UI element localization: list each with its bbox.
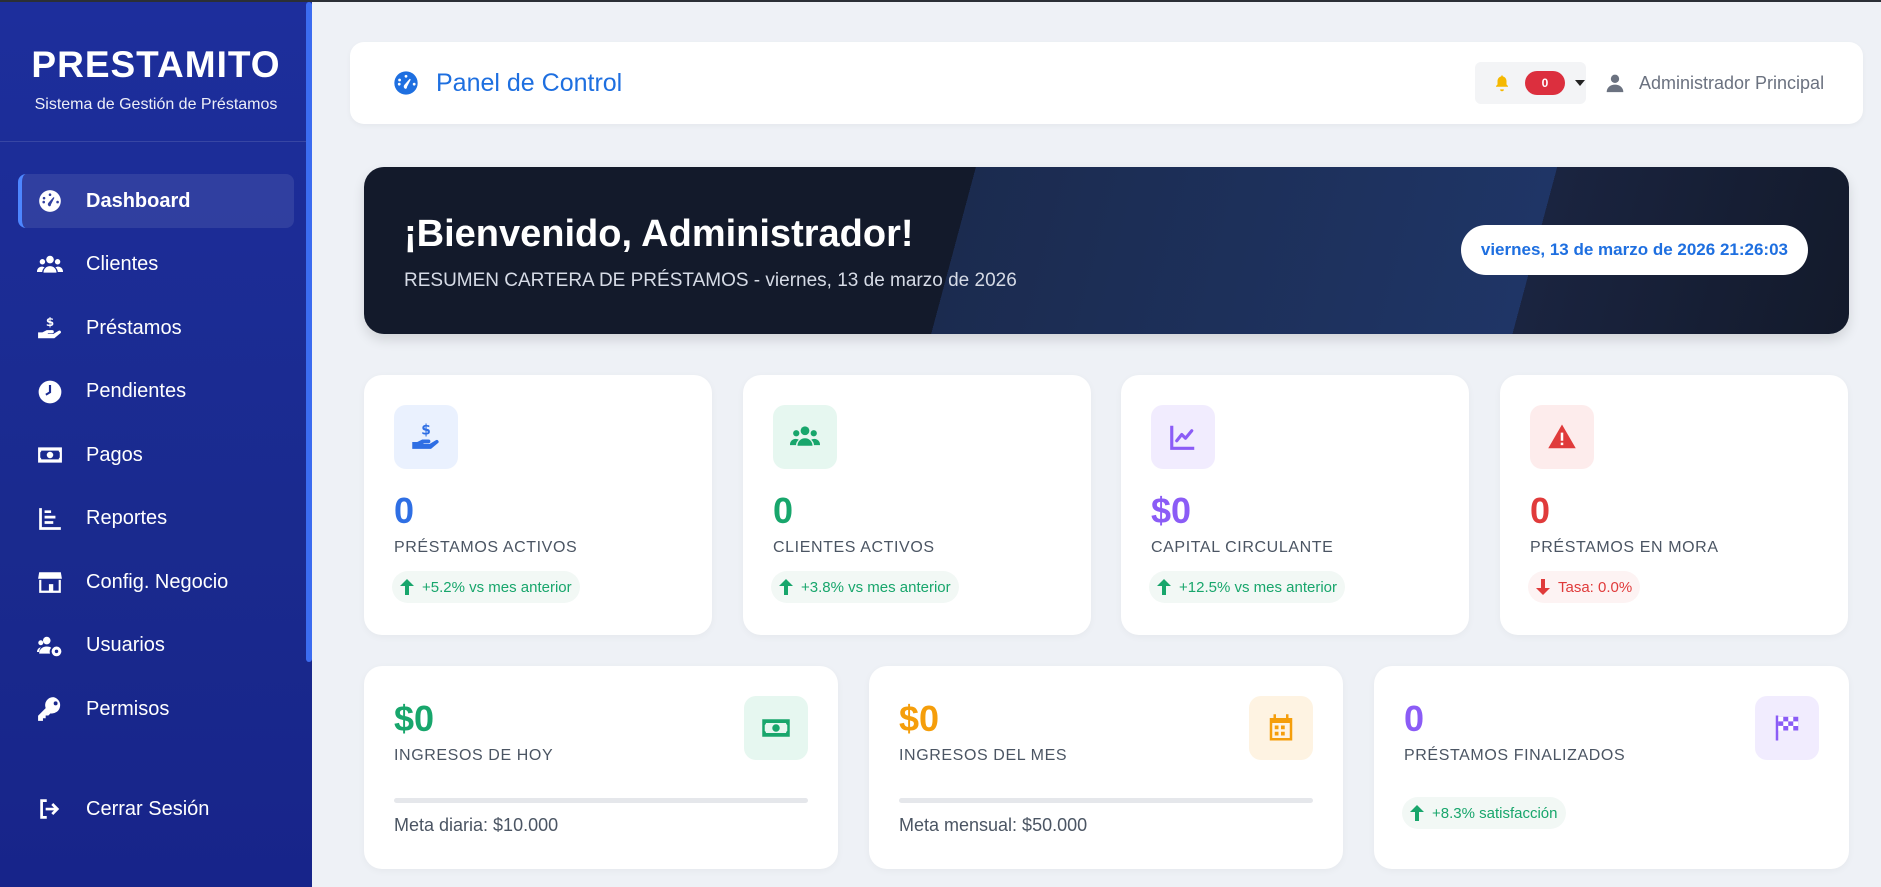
users-cog-icon xyxy=(36,632,64,660)
summary-label: INGRESOS DE HOY xyxy=(394,747,554,764)
welcome-banner: ¡Bienvenido, Administrador! RESUMEN CART… xyxy=(364,167,1849,334)
summary-card-prestamos-finalizados: 0 PRÉSTAMOS FINALIZADOS +8.3% satisfacci… xyxy=(1374,666,1849,869)
top-bar: Panel de Control 0 Administrador Princip… xyxy=(350,42,1863,124)
user-icon xyxy=(1606,74,1624,93)
trend-badge: +5.2% vs mes anterior xyxy=(392,571,580,603)
brand-title: PRESTAMITO xyxy=(31,44,281,85)
sidebar-item-dashboard[interactable]: Dashboard xyxy=(18,174,294,228)
trend-text: +5.2% vs mes anterior xyxy=(422,578,572,596)
summary-value: 0 xyxy=(1404,698,1425,739)
sidebar-item-label: Préstamos xyxy=(86,316,182,339)
sidebar-item-clientes[interactable]: Clientes xyxy=(18,238,294,292)
sidebar-item-label: Clientes xyxy=(86,253,159,275)
arrow-up-icon xyxy=(400,579,414,595)
welcome-subtitle: RESUMEN CARTERA DE PRÉSTAMOS - viernes, … xyxy=(404,270,1017,291)
hand-holding-dollar-icon: $ xyxy=(36,314,64,342)
flag-checkered-icon xyxy=(1755,696,1819,760)
stat-value: 0 xyxy=(773,490,794,531)
tachometer-icon xyxy=(36,187,64,215)
sidebar-item-label: Pendientes xyxy=(86,380,187,402)
progress-bar xyxy=(394,798,808,803)
trend-badge: +3.8% vs mes anterior xyxy=(771,571,959,603)
sign-out-icon xyxy=(36,795,64,823)
stat-label: PRÉSTAMOS ACTIVOS xyxy=(394,539,578,556)
summary-value: $0 xyxy=(899,698,940,739)
sidebar-item-pagos[interactable]: Pagos xyxy=(18,428,294,482)
money-bill-icon xyxy=(744,696,808,760)
sidebar-item-permisos[interactable]: Permisos xyxy=(18,682,294,736)
sidebar-item-reportes[interactable]: Reportes xyxy=(18,492,294,546)
summary-value: $0 xyxy=(394,698,435,739)
summary-card-ingresos-hoy: $0 INGRESOS DE HOY Meta diaria: $10.000 xyxy=(364,666,838,869)
trend-text: +3.8% vs mes anterior xyxy=(801,578,951,596)
stat-card-capital-circulante: $0 CAPITAL CIRCULANTE +12.5% vs mes ante… xyxy=(1121,375,1469,635)
goal-text: Meta mensual: $50.000 xyxy=(899,815,1088,835)
summary-label: PRÉSTAMOS FINALIZADOS xyxy=(1404,747,1626,764)
calendar-icon xyxy=(1249,696,1313,760)
store-icon xyxy=(36,568,64,596)
user-name: Administrador Principal xyxy=(1639,72,1825,93)
trend-text: +8.3% satisfacción xyxy=(1432,804,1558,822)
brand: PRESTAMITO Sistema de Gestión de Préstam… xyxy=(0,2,312,142)
stat-value: 0 xyxy=(1530,490,1551,531)
stat-card-clientes-activos: 0 CLIENTES ACTIVOS +3.8% vs mes anterior xyxy=(743,375,1091,635)
hand-holding-dollar-icon: $ xyxy=(394,405,458,469)
trend-badge: +12.5% vs mes anterior xyxy=(1149,571,1345,603)
user-menu[interactable]: Administrador Principal xyxy=(1605,42,1824,124)
sidebar-item-label: Config. Negocio xyxy=(86,570,229,593)
sidebar-item-label: Reportes xyxy=(86,507,168,529)
progress-bar xyxy=(899,798,1313,803)
warning-icon xyxy=(1530,405,1594,469)
key-icon xyxy=(36,695,64,723)
users-icon xyxy=(773,405,837,469)
arrow-down-icon xyxy=(1536,579,1550,595)
chevron-down-icon xyxy=(1575,80,1585,86)
sidebar-item-prestamos[interactable]: $ Préstamos xyxy=(18,301,294,355)
sidebar-item-label: Permisos xyxy=(86,697,170,720)
brand-subtitle: Sistema de Gestión de Préstamos xyxy=(34,96,278,113)
trend-text: +12.5% vs mes anterior xyxy=(1179,578,1337,596)
sidebar-item-config-negocio[interactable]: Config. Negocio xyxy=(18,555,294,609)
arrow-up-icon xyxy=(1410,805,1424,821)
sidebar-item-label: Pagos xyxy=(86,443,143,466)
stat-card-prestamos-en-mora: 0 PRÉSTAMOS EN MORA Tasa: 0.0% xyxy=(1500,375,1848,635)
trend-badge: +8.3% satisfacción xyxy=(1402,797,1566,829)
summary-card-ingresos-mes: $0 INGRESOS DEL MES Meta mensual: $50.00… xyxy=(869,666,1343,869)
stat-value: 0 xyxy=(394,490,415,531)
svg-text:$: $ xyxy=(46,315,54,329)
welcome-heading: ¡Bienvenido, Administrador! xyxy=(404,213,914,255)
notification-badge: 0 xyxy=(1525,71,1565,95)
logout-button[interactable]: Cerrar Sesión xyxy=(18,782,294,836)
svg-text:$: $ xyxy=(421,423,431,439)
goal-text: Meta diaria: $10.000 xyxy=(394,815,559,835)
trend-text: Tasa: 0.0% xyxy=(1558,578,1633,596)
page-title-text: Panel de Control xyxy=(436,68,623,97)
sidebar-item-pendientes[interactable]: Pendientes xyxy=(18,365,294,419)
bar-chart-icon xyxy=(36,505,64,533)
clock-icon xyxy=(36,378,64,406)
stat-card-prestamos-activos: $ 0 PRÉSTAMOS ACTIVOS +5.2% vs mes anter… xyxy=(364,375,712,635)
users-icon xyxy=(36,251,64,279)
sidebar-item-label: Dashboard xyxy=(86,189,191,212)
arrow-up-icon xyxy=(779,579,793,595)
stat-value: $0 xyxy=(1151,490,1192,531)
summary-label: INGRESOS DEL MES xyxy=(899,747,1068,764)
stat-label: PRÉSTAMOS EN MORA xyxy=(1530,539,1719,556)
page-title: Panel de Control xyxy=(392,69,622,98)
arrow-up-icon xyxy=(1157,579,1171,595)
tachometer-icon xyxy=(394,71,418,95)
sidebar-item-usuarios[interactable]: Usuarios xyxy=(18,619,294,673)
notifications-dropdown[interactable]: 0 xyxy=(1475,62,1586,104)
money-bill-icon xyxy=(36,441,64,469)
sidebar: PRESTAMITO Sistema de Gestión de Préstam… xyxy=(0,2,312,887)
stat-label: CLIENTES ACTIVOS xyxy=(773,539,935,556)
logout-label: Cerrar Sesión xyxy=(86,797,210,820)
sidebar-item-label: Usuarios xyxy=(86,634,165,656)
datetime-badge: viernes, 13 de marzo de 2026 21:26:03 xyxy=(1460,225,1808,275)
sidebar-nav: Dashboard Clientes $ Préstamos Pendiente… xyxy=(0,174,312,736)
stat-label: CAPITAL CIRCULANTE xyxy=(1151,539,1334,556)
bell-icon xyxy=(1496,75,1508,92)
line-chart-icon xyxy=(1151,405,1215,469)
trend-badge: Tasa: 0.0% xyxy=(1528,571,1641,603)
